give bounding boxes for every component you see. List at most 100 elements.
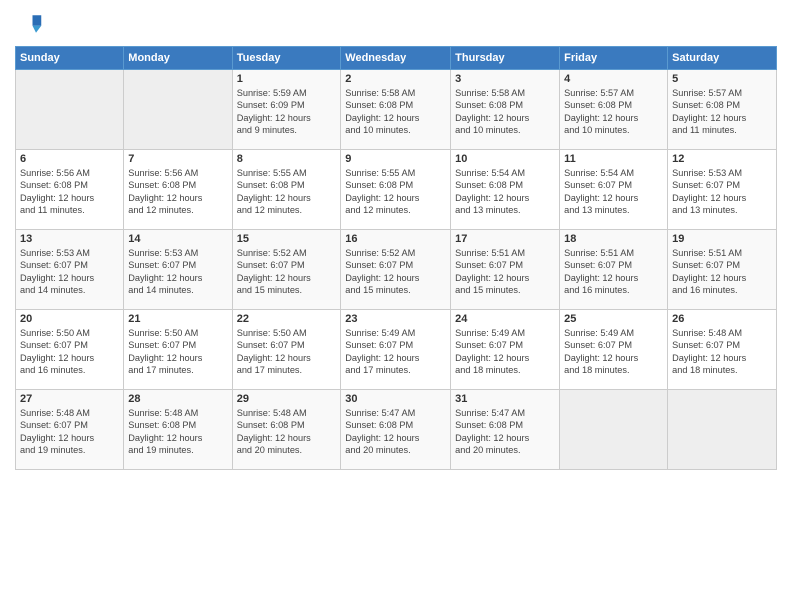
calendar-cell: 7 Sunrise: 5:56 AM Sunset: 6:08 PM Daylig… (124, 150, 232, 230)
calendar-cell (668, 390, 777, 470)
calendar-cell: 11 Sunrise: 5:54 AM Sunset: 6:07 PM Dayli… (560, 150, 668, 230)
day-info: Sunrise: 5:48 AM Sunset: 6:08 PM Dayligh… (237, 407, 337, 457)
day-number: 9 (345, 153, 446, 165)
calendar-cell (16, 70, 124, 150)
day-info: Sunrise: 5:58 AM Sunset: 6:08 PM Dayligh… (345, 87, 446, 137)
calendar-cell: 19 Sunrise: 5:51 AM Sunset: 6:07 PM Dayli… (668, 230, 777, 310)
day-number: 28 (128, 393, 227, 405)
day-info: Sunrise: 5:57 AM Sunset: 6:08 PM Dayligh… (672, 87, 772, 137)
calendar-week-2: 6 Sunrise: 5:56 AM Sunset: 6:08 PM Daylig… (16, 150, 777, 230)
day-number: 11 (564, 153, 663, 165)
calendar-cell: 10 Sunrise: 5:54 AM Sunset: 6:08 PM Dayli… (451, 150, 560, 230)
day-number: 24 (455, 313, 555, 325)
header-row (15, 10, 777, 38)
day-number: 5 (672, 73, 772, 85)
day-info: Sunrise: 5:58 AM Sunset: 6:08 PM Dayligh… (455, 87, 555, 137)
day-number: 10 (455, 153, 555, 165)
calendar-cell: 21 Sunrise: 5:50 AM Sunset: 6:07 PM Dayli… (124, 310, 232, 390)
day-info: Sunrise: 5:48 AM Sunset: 6:08 PM Dayligh… (128, 407, 227, 457)
day-number: 17 (455, 233, 555, 245)
day-number: 23 (345, 313, 446, 325)
day-info: Sunrise: 5:49 AM Sunset: 6:07 PM Dayligh… (564, 327, 663, 377)
calendar-cell (124, 70, 232, 150)
calendar-cell: 2 Sunrise: 5:58 AM Sunset: 6:08 PM Daylig… (341, 70, 451, 150)
day-number: 27 (20, 393, 119, 405)
calendar-header: SundayMondayTuesdayWednesdayThursdayFrid… (16, 47, 777, 70)
day-number: 21 (128, 313, 227, 325)
day-info: Sunrise: 5:50 AM Sunset: 6:07 PM Dayligh… (237, 327, 337, 377)
day-number: 12 (672, 153, 772, 165)
day-info: Sunrise: 5:47 AM Sunset: 6:08 PM Dayligh… (455, 407, 555, 457)
day-info: Sunrise: 5:51 AM Sunset: 6:07 PM Dayligh… (455, 247, 555, 297)
calendar-cell: 23 Sunrise: 5:49 AM Sunset: 6:07 PM Dayli… (341, 310, 451, 390)
calendar-cell: 1 Sunrise: 5:59 AM Sunset: 6:09 PM Daylig… (232, 70, 341, 150)
calendar-cell: 4 Sunrise: 5:57 AM Sunset: 6:08 PM Daylig… (560, 70, 668, 150)
calendar-cell: 25Sunrise: 5:49 AM Sunset: 6:07 PM Dayli… (560, 310, 668, 390)
day-number: 1 (237, 73, 337, 85)
day-info: Sunrise: 5:51 AM Sunset: 6:07 PM Dayligh… (672, 247, 772, 297)
calendar-cell: 6 Sunrise: 5:56 AM Sunset: 6:08 PM Daylig… (16, 150, 124, 230)
day-info: Sunrise: 5:48 AM Sunset: 6:07 PM Dayligh… (672, 327, 772, 377)
day-info: Sunrise: 5:51 AM Sunset: 6:07 PM Dayligh… (564, 247, 663, 297)
calendar-cell: 31 Sunrise: 5:47 AM Sunset: 6:08 PM Dayli… (451, 390, 560, 470)
calendar-week-5: 27 Sunrise: 5:48 AM Sunset: 6:07 PM Dayli… (16, 390, 777, 470)
day-number: 18 (564, 233, 663, 245)
day-number: 4 (564, 73, 663, 85)
weekday-header-tuesday: Tuesday (232, 47, 341, 70)
day-number: 8 (237, 153, 337, 165)
day-info: Sunrise: 5:52 AM Sunset: 6:07 PM Dayligh… (345, 247, 446, 297)
day-number: 3 (455, 73, 555, 85)
calendar-cell (560, 390, 668, 470)
day-info: Sunrise: 5:48 AM Sunset: 6:07 PM Dayligh… (20, 407, 119, 457)
calendar-cell: 29 Sunrise: 5:48 AM Sunset: 6:08 PM Dayli… (232, 390, 341, 470)
day-info: Sunrise: 5:47 AM Sunset: 6:08 PM Dayligh… (345, 407, 446, 457)
day-number: 29 (237, 393, 337, 405)
calendar-cell: 8 Sunrise: 5:55 AM Sunset: 6:08 PM Daylig… (232, 150, 341, 230)
day-info: Sunrise: 5:54 AM Sunset: 6:07 PM Dayligh… (564, 167, 663, 217)
day-info: Sunrise: 5:50 AM Sunset: 6:07 PM Dayligh… (20, 327, 119, 377)
day-info: Sunrise: 5:49 AM Sunset: 6:07 PM Dayligh… (345, 327, 446, 377)
day-number: 20 (20, 313, 119, 325)
day-number: 7 (128, 153, 227, 165)
calendar-cell: 15Sunrise: 5:52 AM Sunset: 6:07 PM Dayli… (232, 230, 341, 310)
day-number: 22 (237, 313, 337, 325)
calendar-cell: 17 Sunrise: 5:51 AM Sunset: 6:07 PM Dayli… (451, 230, 560, 310)
day-number: 19 (672, 233, 772, 245)
calendar-cell: 20 Sunrise: 5:50 AM Sunset: 6:07 PM Dayli… (16, 310, 124, 390)
day-number: 15 (237, 233, 337, 245)
day-info: Sunrise: 5:53 AM Sunset: 6:07 PM Dayligh… (20, 247, 119, 297)
calendar-cell: 13 Sunrise: 5:53 AM Sunset: 6:07 PM Dayli… (16, 230, 124, 310)
calendar-cell: 12Sunrise: 5:53 AM Sunset: 6:07 PM Dayli… (668, 150, 777, 230)
day-info: Sunrise: 5:57 AM Sunset: 6:08 PM Dayligh… (564, 87, 663, 137)
calendar-week-1: 1 Sunrise: 5:59 AM Sunset: 6:09 PM Daylig… (16, 70, 777, 150)
calendar-cell: 3 Sunrise: 5:58 AM Sunset: 6:08 PM Daylig… (451, 70, 560, 150)
weekday-header-thursday: Thursday (451, 47, 560, 70)
day-number: 16 (345, 233, 446, 245)
day-info: Sunrise: 5:59 AM Sunset: 6:09 PM Dayligh… (237, 87, 337, 137)
weekday-header-sunday: Sunday (16, 47, 124, 70)
day-info: Sunrise: 5:54 AM Sunset: 6:08 PM Dayligh… (455, 167, 555, 217)
calendar-cell: 22 Sunrise: 5:50 AM Sunset: 6:07 PM Dayli… (232, 310, 341, 390)
calendar-cell: 24Sunrise: 5:49 AM Sunset: 6:07 PM Dayli… (451, 310, 560, 390)
day-number: 26 (672, 313, 772, 325)
day-info: Sunrise: 5:56 AM Sunset: 6:08 PM Dayligh… (128, 167, 227, 217)
day-number: 2 (345, 73, 446, 85)
calendar-cell: 27 Sunrise: 5:48 AM Sunset: 6:07 PM Dayli… (16, 390, 124, 470)
weekday-header-friday: Friday (560, 47, 668, 70)
day-info: Sunrise: 5:50 AM Sunset: 6:07 PM Dayligh… (128, 327, 227, 377)
day-info: Sunrise: 5:55 AM Sunset: 6:08 PM Dayligh… (237, 167, 337, 217)
calendar-cell: 16 Sunrise: 5:52 AM Sunset: 6:07 PM Dayli… (341, 230, 451, 310)
day-number: 13 (20, 233, 119, 245)
weekday-header-monday: Monday (124, 47, 232, 70)
calendar-cell: 26 Sunrise: 5:48 AM Sunset: 6:07 PM Dayli… (668, 310, 777, 390)
page: SundayMondayTuesdayWednesdayThursdayFrid… (0, 0, 792, 480)
day-number: 6 (20, 153, 119, 165)
day-number: 31 (455, 393, 555, 405)
calendar-week-3: 13 Sunrise: 5:53 AM Sunset: 6:07 PM Dayli… (16, 230, 777, 310)
day-number: 14 (128, 233, 227, 245)
calendar-cell: 18 Sunrise: 5:51 AM Sunset: 6:07 PM Dayli… (560, 230, 668, 310)
calendar-cell: 30Sunrise: 5:47 AM Sunset: 6:08 PM Dayli… (341, 390, 451, 470)
calendar-cell: 14Sunrise: 5:53 AM Sunset: 6:07 PM Dayli… (124, 230, 232, 310)
day-info: Sunrise: 5:56 AM Sunset: 6:08 PM Dayligh… (20, 167, 119, 217)
weekday-header-wednesday: Wednesday (341, 47, 451, 70)
